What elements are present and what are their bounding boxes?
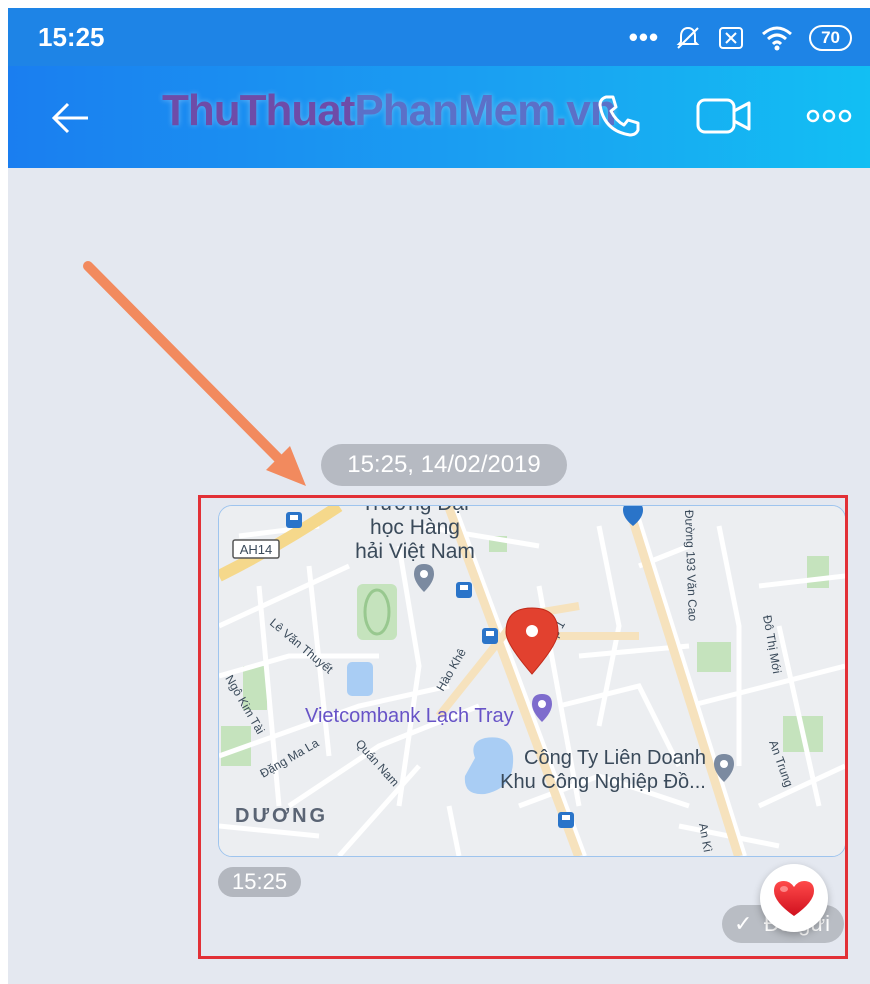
annotation-arrow-icon bbox=[83, 261, 306, 486]
